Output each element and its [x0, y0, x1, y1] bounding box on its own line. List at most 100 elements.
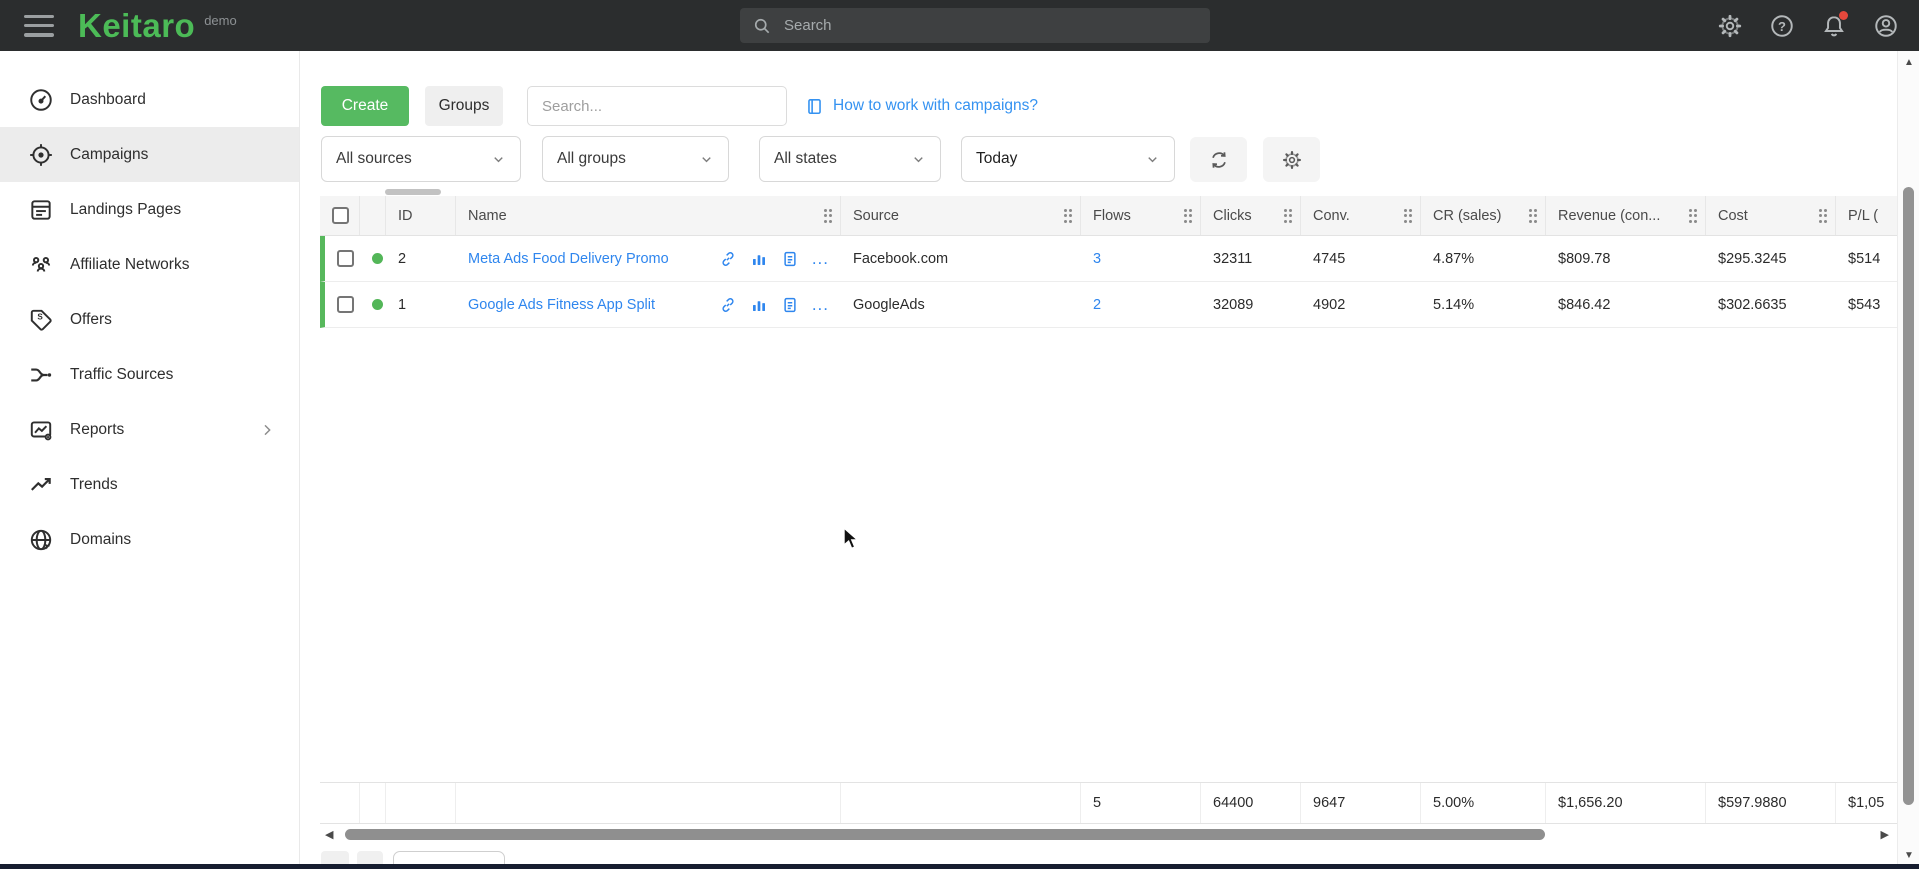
refresh-button[interactable]: [1190, 137, 1247, 182]
campaign-stats-icon[interactable]: [750, 296, 768, 314]
global-search[interactable]: [740, 8, 1210, 43]
conversions-value: 4745: [1301, 251, 1421, 267]
select-all-checkbox[interactable]: [332, 207, 349, 224]
cr-value: 5.14%: [1421, 297, 1546, 313]
app-logo: Keitaro: [78, 7, 195, 45]
row-menu-icon[interactable]: ...: [812, 254, 829, 264]
campaign-stats-icon[interactable]: [750, 250, 768, 268]
campaigns-target-icon: [28, 142, 54, 168]
column-header-source[interactable]: Source: [841, 196, 1081, 235]
create-button[interactable]: Create: [321, 86, 409, 126]
drag-handle-icon[interactable]: [1176, 209, 1193, 223]
book-icon: [805, 97, 824, 116]
sidebar-label: Trends: [70, 476, 118, 494]
account-avatar-icon[interactable]: [1873, 13, 1899, 39]
horizontal-scrollbar-thumb[interactable]: [345, 829, 1545, 840]
sidebar-item-domains[interactable]: Domains: [0, 512, 299, 567]
dashboard-icon: [28, 87, 54, 113]
sidebar-item-campaigns[interactable]: Campaigns: [0, 127, 299, 182]
scroll-right-arrow[interactable]: ▶: [1881, 828, 1889, 841]
sidebar-item-landings-pages[interactable]: Landings Pages: [0, 182, 299, 237]
campaign-source: GoogleAds: [841, 297, 1081, 313]
help-icon[interactable]: ?: [1769, 13, 1795, 39]
traffic-sources-icon: [28, 362, 54, 388]
filter-all-groups[interactable]: All groups: [542, 136, 729, 182]
campaign-row[interactable]: 1 Google Ads Fitness App Split ... Googl…: [320, 282, 1897, 328]
column-header-clicks[interactable]: Clicks: [1201, 196, 1301, 235]
row-menu-icon[interactable]: ...: [812, 300, 829, 310]
campaign-report-icon[interactable]: [781, 296, 799, 314]
row-actions: ...: [719, 296, 833, 314]
hamburger-menu-icon[interactable]: [24, 15, 54, 37]
campaign-id: 2: [386, 251, 456, 267]
sidebar-label: Offers: [70, 311, 112, 329]
column-header-id[interactable]: ID: [386, 196, 456, 235]
campaign-link-icon[interactable]: [719, 296, 737, 314]
drag-handle-icon[interactable]: [1056, 209, 1073, 223]
filter-date-range[interactable]: Today: [961, 136, 1175, 182]
sidebar-item-affiliate-networks[interactable]: Affiliate Networks: [0, 237, 299, 292]
global-search-input[interactable]: [784, 17, 1198, 34]
campaign-row[interactable]: 2 Meta Ads Food Delivery Promo ... Faceb…: [320, 236, 1897, 282]
column-header-flows[interactable]: Flows: [1081, 196, 1201, 235]
column-header-cost[interactable]: Cost: [1706, 196, 1836, 235]
table-header-row: ID Name Source Flows Clicks Conv. CR (sa…: [320, 196, 1897, 236]
column-header-revenue[interactable]: Revenue (con...: [1546, 196, 1706, 235]
drag-handle-icon[interactable]: [1811, 209, 1828, 223]
scroll-up-arrow[interactable]: ▲: [1898, 57, 1919, 68]
table-top-scrollbar-thumb[interactable]: [385, 189, 441, 195]
row-checkbox[interactable]: [337, 250, 354, 267]
column-header-conv[interactable]: Conv.: [1301, 196, 1421, 235]
landings-pages-icon: [28, 197, 54, 223]
campaign-id: 1: [386, 297, 456, 313]
totals-conv: 9647: [1301, 783, 1421, 823]
scroll-left-arrow[interactable]: ◀: [325, 828, 333, 841]
sidebar-label: Traffic Sources: [70, 366, 173, 384]
row-checkbox[interactable]: [337, 296, 354, 313]
campaigns-search-input[interactable]: [527, 86, 787, 126]
gear-icon: [1281, 149, 1303, 171]
column-header-pl[interactable]: P/L (: [1836, 196, 1897, 235]
filter-label: All sources: [336, 150, 412, 168]
drag-handle-icon[interactable]: [1276, 209, 1293, 223]
filter-all-states[interactable]: All states: [759, 136, 941, 182]
sidebar-item-dashboard[interactable]: Dashboard: [0, 72, 299, 127]
campaign-link-icon[interactable]: [719, 250, 737, 268]
table-totals-row: 5 64400 9647 5.00% $1,656.20 $597.9880 $…: [320, 782, 1897, 824]
drag-handle-icon[interactable]: [1396, 209, 1413, 223]
drag-handle-icon[interactable]: [816, 209, 833, 223]
sidebar-item-traffic-sources[interactable]: Traffic Sources: [0, 347, 299, 402]
search-icon: [752, 16, 772, 36]
chevron-down-icon: [911, 152, 926, 167]
campaign-name-link[interactable]: Google Ads Fitness App Split: [468, 297, 655, 313]
offers-tag-icon: S: [28, 307, 54, 333]
filter-all-sources[interactable]: All sources: [321, 136, 521, 182]
drag-handle-icon[interactable]: [1521, 209, 1538, 223]
scroll-down-arrow[interactable]: ▼: [1898, 850, 1919, 861]
column-header-name[interactable]: Name: [456, 196, 841, 235]
sidebar-item-reports[interactable]: Reports: [0, 402, 299, 457]
notifications-bell-icon[interactable]: [1821, 13, 1847, 39]
column-header-cr-sales[interactable]: CR (sales): [1421, 196, 1546, 235]
help-campaigns-link[interactable]: How to work with campaigns?: [805, 86, 1038, 126]
flows-count-link[interactable]: 2: [1093, 297, 1101, 313]
refresh-icon: [1208, 149, 1230, 171]
chevron-down-icon: [1145, 152, 1160, 167]
flows-count-link[interactable]: 3: [1093, 251, 1101, 267]
campaign-name-link[interactable]: Meta Ads Food Delivery Promo: [468, 251, 669, 267]
sidebar-item-trends[interactable]: Trends: [0, 457, 299, 512]
table-settings-button[interactable]: [1263, 137, 1320, 182]
drag-handle-icon[interactable]: [1681, 209, 1698, 223]
totals-revenue: $1,656.20: [1546, 783, 1706, 823]
revenue-value: $846.42: [1546, 297, 1706, 313]
settings-gear-icon[interactable]: [1717, 13, 1743, 39]
sidebar-label: Reports: [70, 421, 124, 439]
campaign-report-icon[interactable]: [781, 250, 799, 268]
vertical-scrollbar: ▲ ▼: [1897, 51, 1919, 869]
sidebar-label: Dashboard: [70, 91, 146, 109]
sidebar-item-offers[interactable]: S Offers: [0, 292, 299, 347]
groups-button[interactable]: Groups: [425, 86, 503, 126]
filter-label: All states: [774, 150, 837, 168]
vertical-scrollbar-thumb[interactable]: [1903, 187, 1914, 805]
row-actions: ...: [719, 250, 833, 268]
